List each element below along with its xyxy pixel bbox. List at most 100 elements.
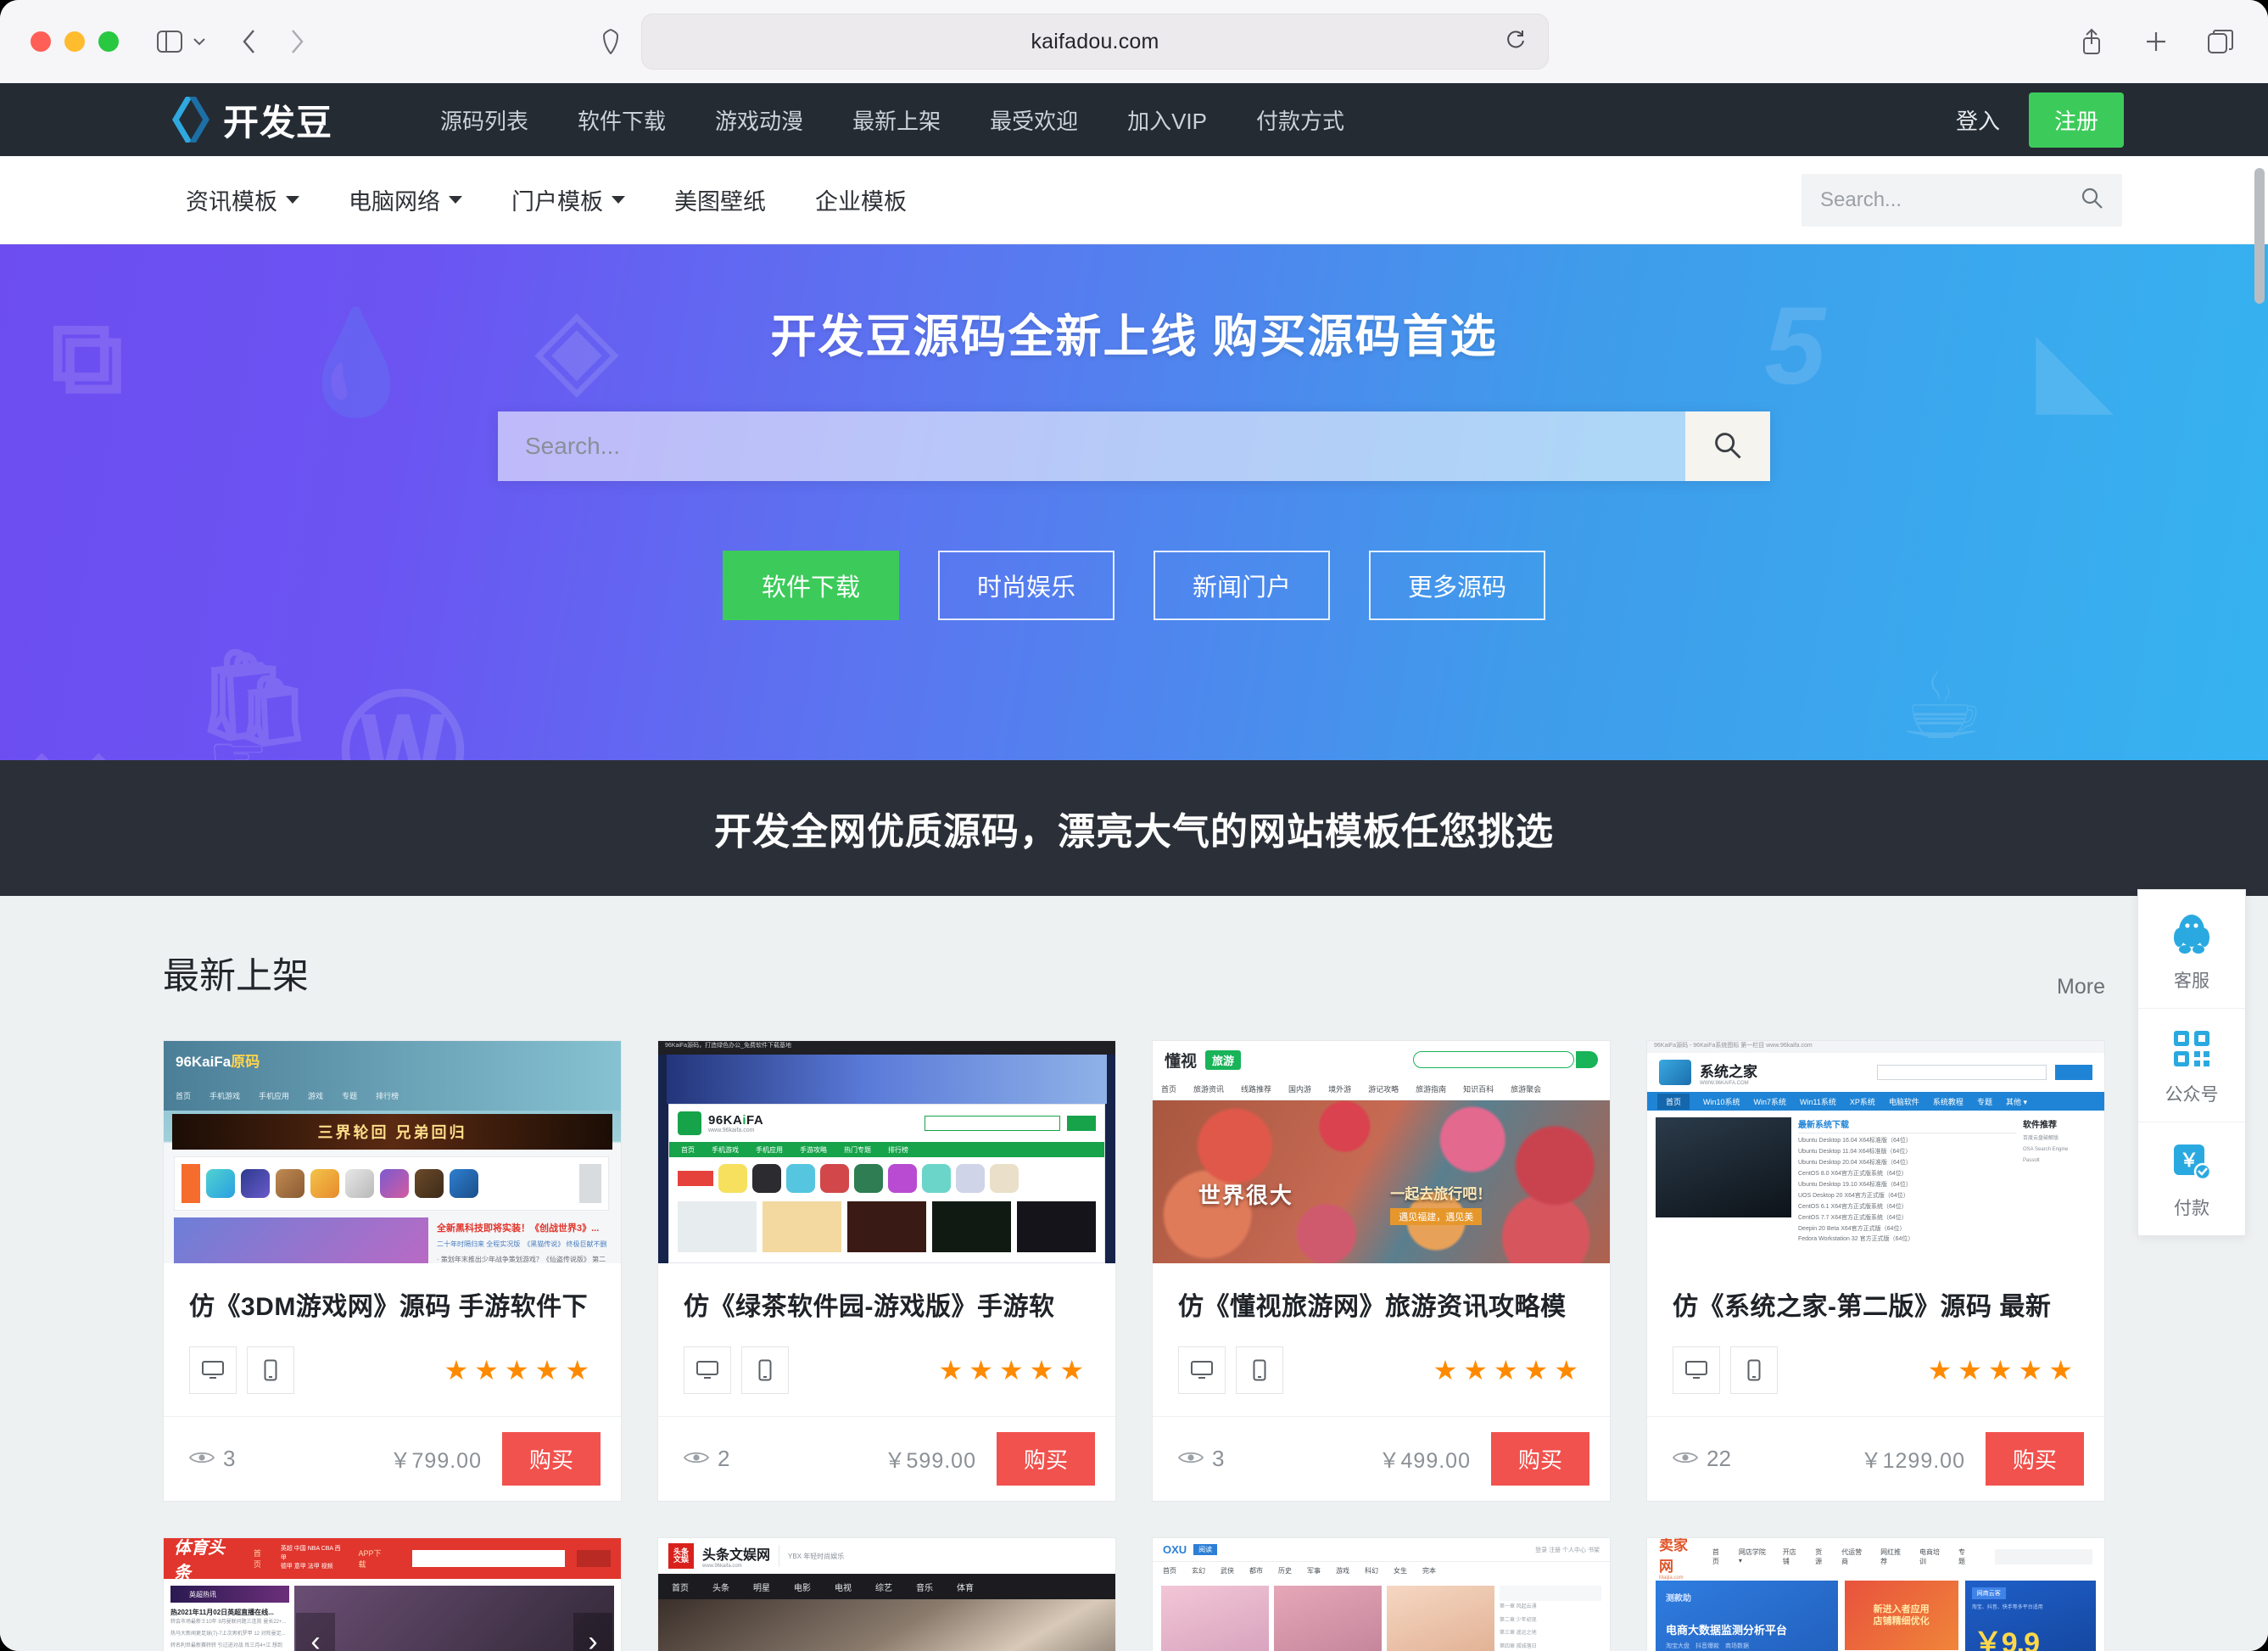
chevron-down-icon [286,196,299,204]
hero-bg-wordpress-icon: Ⓦ [339,683,467,760]
maximize-window-button[interactable] [98,31,119,52]
buy-button[interactable]: 购买 [501,1432,601,1486]
safari-window: kaifadou.com 开发豆 源码列表 软件下载 游戏动漫 最新上架 最受欢… [0,0,2268,1651]
page-scrollbar[interactable] [2254,168,2265,304]
category-label: 资讯模板 [186,189,277,215]
product-card[interactable]: 头条 文娱 头条文娱网 www.96kaifa.com YBX 年轻时尚娱乐 首页… [657,1537,1116,1651]
hero-search-placeholder: Search... [525,433,621,459]
nav-link-software-download[interactable]: 软件下载 [553,104,690,136]
minimize-window-button[interactable] [64,31,85,52]
product-footer: 2 ￥599.00 购买 [658,1416,1115,1501]
logo-text: 开发豆 [223,102,333,143]
product-thumbnail[interactable]: 卖家网 Maijia.com 首页 网店学院 ▾ 开店铺 货源 代运营商 网红推荐 电商培训… [1647,1538,2104,1651]
product-thumbnail[interactable]: 96KaiFa源码，打造绿色办公_免费软件下载基地 96KAiFA www.96… [658,1041,1115,1263]
cta-more-source[interactable]: 更多源码 [1369,551,1545,620]
share-icon[interactable] [2075,25,2109,59]
view-count-value: 3 [1212,1446,1225,1471]
buy-button[interactable]: 购买 [996,1432,1095,1486]
hero-bg-xbox-icon: ✕ [17,719,124,760]
nav-link-source-list[interactable]: 源码列表 [416,104,553,136]
buy-button[interactable]: 购买 [1985,1432,2084,1486]
product-thumbnail[interactable]: OXU 阅读 登录 注册 个人中心 书架 首页 玄幻 武侠 都市 历史 军事 游戏 科幻 女生完… [1153,1538,1610,1651]
product-card[interactable]: 96KaiFa源码，打造绿色办公_免费软件下载基地 96KAiFA www.96… [657,1040,1116,1502]
product-thumbnail[interactable]: 头条 文娱 头条文娱网 www.96kaifa.com YBX 年轻时尚娱乐 首页… [658,1538,1115,1651]
category-nav: 资讯模板 电脑网络 门户模板 美图壁纸 企业模板 Search... [0,156,2268,244]
product-card[interactable]: 96KaiFa源码 - 96KaiFa系统图标 第一栏目 www.96kaifa… [1646,1040,2105,1502]
tab-overview-icon[interactable] [2204,25,2237,59]
product-body: 仿《绿茶软件园-游戏版》手游软 ★★★★★ [658,1263,1115,1416]
auth-group: 登入 注册 [1956,92,2124,148]
hero-search-input[interactable]: Search... [498,411,1685,481]
category-enterprise-template[interactable]: 企业模板 [790,183,931,216]
reload-icon[interactable] [1505,29,1527,55]
site-logo[interactable]: 开发豆 [167,94,332,146]
tagline-strip: 开发全网优质源码，漂亮大气的网站模板任您挑选 [0,760,2268,896]
view-count: 3 [188,1446,235,1472]
search-icon[interactable] [2080,186,2103,214]
cta-news-portal[interactable]: 新闻门户 [1154,551,1330,620]
cta-fashion-entertainment[interactable]: 时尚娱乐 [938,551,1114,620]
service-customer-support[interactable]: 客服 [2138,890,2245,1009]
thumbnail-art: 96KaiFa原码 首页 手机游戏 手机应用 游戏 专题 排行榜 三界轮回 兄弟回归 [164,1041,621,1263]
thumbnail-art: 体育头条 首页 英超 中国 NBA CBA 西甲 德甲 意甲 法甲 视频 APP下… [164,1538,621,1651]
latest-products-section: 最新上架 More 96KaiFa原码 首页 手机游戏 手机应用 游戏 专题 排行榜 三界… [0,896,2268,1651]
price-and-buy: ￥599.00 购买 [885,1432,1095,1486]
nav-link-newest[interactable]: 最新上架 [828,104,965,136]
section-more-link[interactable]: More [2057,975,2105,999]
nav-link-payment[interactable]: 付款方式 [1232,104,1369,136]
header-search-box[interactable]: Search... [1802,173,2122,227]
nav-link-most-popular[interactable]: 最受欢迎 [965,104,1103,136]
carousel-prev-button[interactable]: ‹ [296,1612,335,1651]
product-thumbnail[interactable]: 懂视 旅游 首页 旅游资讯 线路推荐 国内游 境外游 游记攻略 旅游指南 知识百科 旅游聚会 世… [1153,1041,1610,1263]
site-header: 开发豆 源码列表 软件下载 游戏动漫 最新上架 最受欢迎 加入VIP 付款方式 … [0,83,2268,156]
address-bar[interactable]: kaifadou.com [641,14,1549,70]
category-portal-template[interactable]: 门户模板 [487,183,650,216]
product-grid: 96KaiFa原码 首页 手机游戏 手机应用 游戏 专题 排行榜 三界轮回 兄弟回归 [163,1040,2105,1502]
plus-icon[interactable] [2139,25,2173,59]
hero-banner: ⧉ 💧 ◈ 5 ◣ ✕ 🛍 Ⓦ ☕ JS php 🐍 C ⬢ t ∞ ☞ 开发豆… [0,244,2268,760]
product-card[interactable]: OXU 阅读 登录 注册 个人中心 书架 首页 玄幻 武侠 都市 历史 军事 游戏 科幻 女生完… [1152,1537,1611,1651]
category-news-template[interactable]: 资讯模板 [161,183,324,216]
product-meta: ★★★★★ [189,1323,595,1416]
product-thumbnail[interactable]: 体育头条 首页 英超 中国 NBA CBA 西甲 德甲 意甲 法甲 视频 APP下… [164,1538,621,1651]
sidebar-icon[interactable] [153,25,187,59]
product-card[interactable]: 懂视 旅游 首页 旅游资讯 线路推荐 国内游 境外游 游记攻略 旅游指南 知识百科 旅游聚会 世… [1152,1040,1611,1502]
product-title: 仿《绿茶软件园-游戏版》手游软 [684,1293,1055,1321]
category-wallpaper[interactable]: 美图壁纸 [650,183,790,216]
product-card[interactable]: 卖家网 Maijia.com 首页 网店学院 ▾ 开店铺 货源 代运营商 网红推荐 电商培训… [1646,1537,2105,1651]
chevron-down-icon[interactable] [188,25,210,59]
service-payment[interactable]: ￥ 付款 [2138,1122,2245,1235]
close-window-button[interactable] [31,31,51,52]
rating-stars: ★★★★★ [444,1355,595,1385]
register-button[interactable]: 注册 [2028,92,2124,148]
hero-search-button[interactable] [1685,411,1770,481]
product-card[interactable]: 体育头条 首页 英超 中国 NBA CBA 西甲 德甲 意甲 法甲 视频 APP下… [163,1537,622,1651]
hero-content: 开发豆源码全新上线 购买源码首选 Search... 软件下载 时尚娱乐 新闻门… [0,244,2268,620]
nav-link-join-vip[interactable]: 加入VIP [1103,104,1232,136]
category-computer-network[interactable]: 电脑网络 [324,183,487,216]
hero-bg-java-icon: ☕ [1900,654,1984,758]
eye-icon [188,1446,215,1472]
product-meta: ★★★★★ [1673,1323,2079,1416]
desktop-icon [684,1346,731,1394]
product-price: ￥499.00 [1378,1448,1471,1473]
cta-software-download[interactable]: 软件下载 [723,551,899,620]
carousel-next-button[interactable]: › [573,1612,612,1651]
mobile-icon [741,1346,789,1394]
chevron-down-icon [612,196,625,204]
service-wechat-official[interactable]: 公众号 [2138,1009,2245,1122]
thumbnail-art: 卖家网 Maijia.com 首页 网店学院 ▾ 开店铺 货源 代运营商 网红推荐 电商培训… [1647,1538,2104,1651]
category-links: 资讯模板 电脑网络 门户模板 美图壁纸 企业模板 [161,183,931,216]
shield-icon[interactable] [594,25,628,59]
login-link[interactable]: 登入 [1956,104,2029,136]
product-card[interactable]: 96KaiFa原码 首页 手机游戏 手机应用 游戏 专题 排行榜 三界轮回 兄弟回归 [163,1040,622,1502]
back-arrow-icon[interactable] [232,25,266,59]
product-thumbnail[interactable]: 96KaiFa原码 首页 手机游戏 手机应用 游戏 专题 排行榜 三界轮回 兄弟回归 [164,1041,621,1263]
hero-title: 开发豆源码全新上线 购买源码首选 [770,311,1498,362]
forward-arrow-icon[interactable] [280,25,314,59]
qrcode-icon [2172,1029,2211,1072]
nav-link-games-anime[interactable]: 游戏动漫 [690,104,828,136]
product-thumbnail[interactable]: 96KaiFa源码 - 96KaiFa系统图标 第一栏目 www.96kaifa… [1647,1041,2104,1263]
buy-button[interactable]: 购买 [1490,1432,1589,1486]
tagline-text: 开发全网优质源码，漂亮大气的网站模板任您挑选 [714,811,1554,853]
